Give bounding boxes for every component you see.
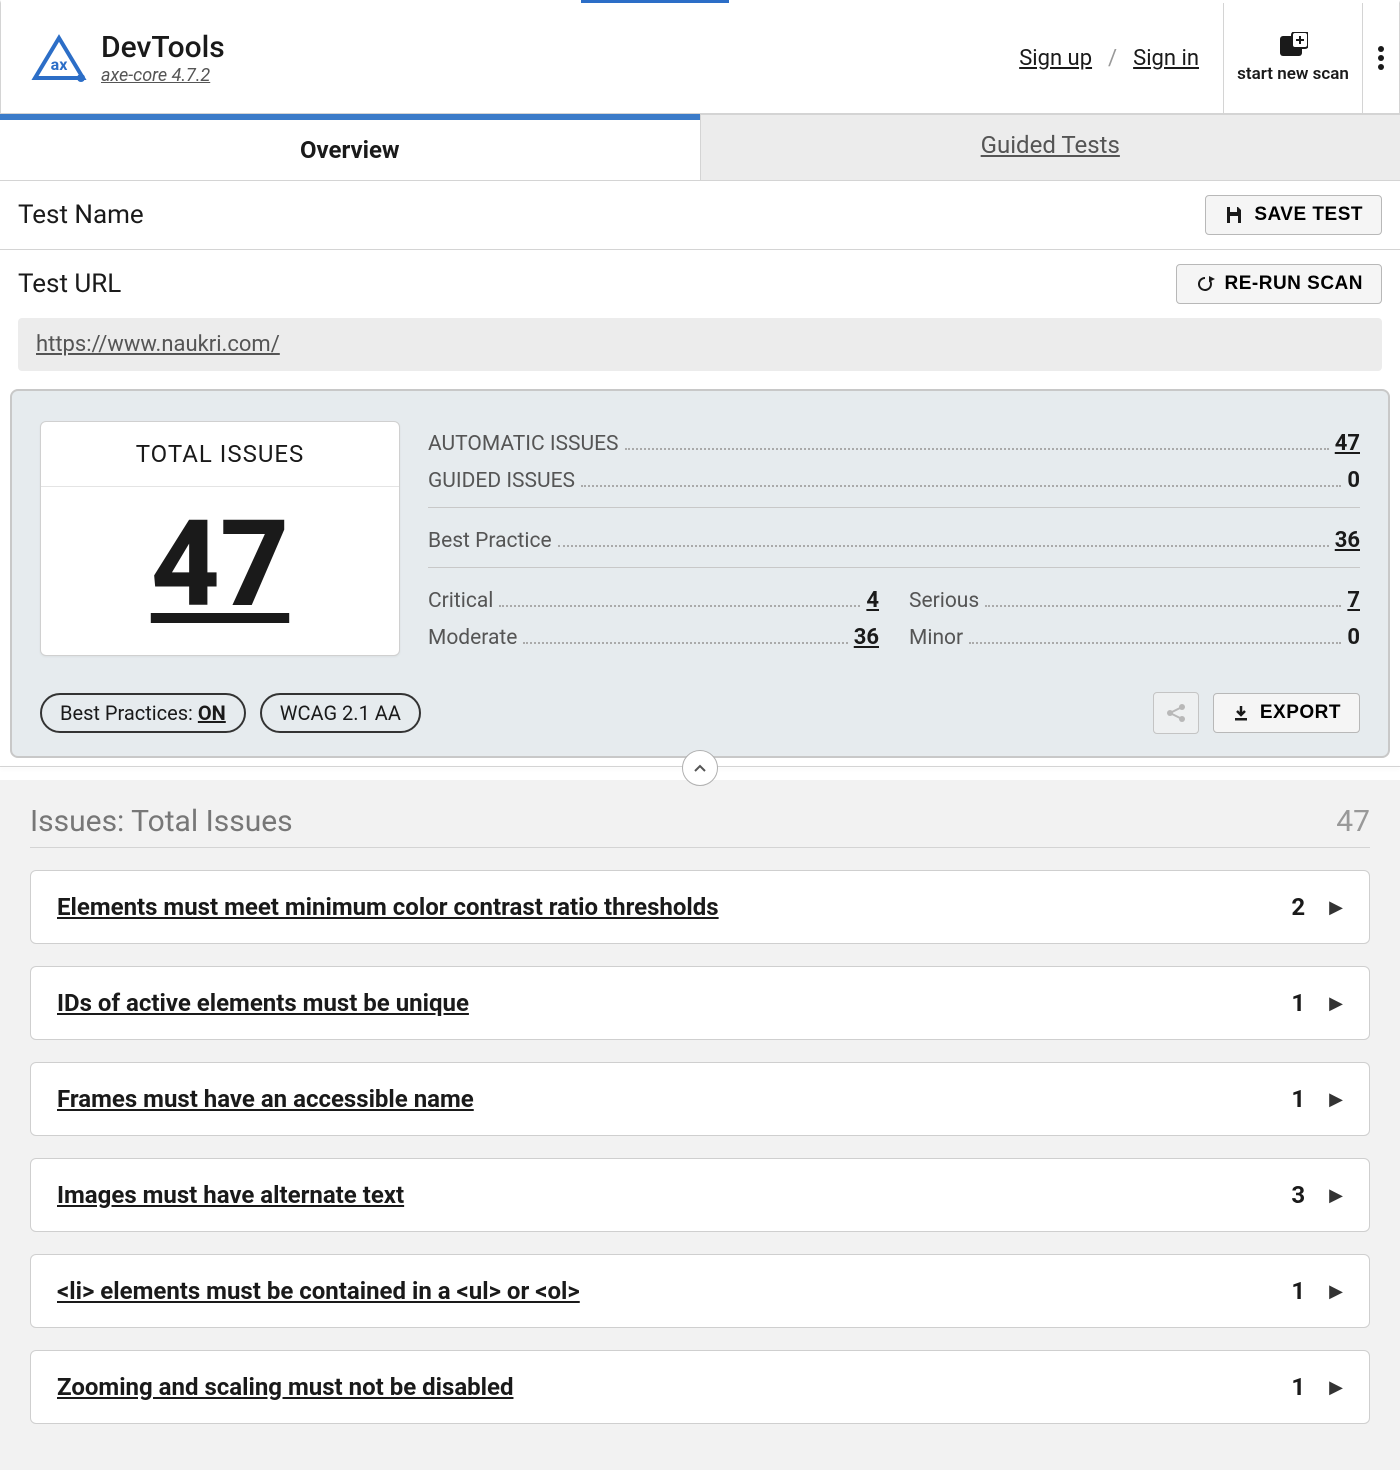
chevron-right-icon: ▶ xyxy=(1329,1185,1343,1206)
issue-count: 1 xyxy=(1291,1277,1305,1305)
topbar: ax DevTools axe-core 4.7.2 Sign up / Sig… xyxy=(0,0,1400,114)
save-test-label: SAVE TEST xyxy=(1254,204,1363,226)
best-practice-value[interactable]: 36 xyxy=(1335,528,1360,553)
total-issues-card: TOTAL ISSUES 47 xyxy=(40,421,400,656)
test-url-row: Test URL RE-RUN SCAN xyxy=(0,250,1400,318)
chevron-right-icon: ▶ xyxy=(1329,1281,1343,1302)
signin-link[interactable]: Sign in xyxy=(1133,46,1199,71)
brand-title: DevTools xyxy=(101,30,225,65)
issue-item[interactable]: IDs of active elements must be unique 1 ▶ xyxy=(30,966,1370,1040)
tab-overview[interactable]: Overview xyxy=(0,114,700,180)
issue-count: 2 xyxy=(1291,893,1305,921)
serious-label: Serious xyxy=(909,589,979,613)
refresh-icon xyxy=(1195,274,1215,294)
auth-separator: / xyxy=(1108,46,1117,71)
minor-value: 0 xyxy=(1347,625,1360,650)
top-accent xyxy=(581,0,729,3)
axe-logo-icon: ax xyxy=(31,34,87,82)
chevron-right-icon: ▶ xyxy=(1329,993,1343,1014)
issues-title: Issues: Total Issues xyxy=(30,804,293,839)
issue-item[interactable]: Zooming and scaling must not be disabled… xyxy=(30,1350,1370,1424)
collapse-handle-row xyxy=(0,756,1400,780)
issue-item[interactable]: Frames must have an accessible name 1 ▶ xyxy=(30,1062,1370,1136)
serious-value[interactable]: 7 xyxy=(1347,588,1360,613)
stats-block: AUTOMATIC ISSUES 47 GUIDED ISSUES 0 Best… xyxy=(428,421,1360,656)
export-label: EXPORT xyxy=(1260,702,1341,724)
issue-count: 1 xyxy=(1291,989,1305,1017)
chevron-right-icon: ▶ xyxy=(1329,897,1343,918)
test-name-row: Test Name SAVE TEST xyxy=(0,181,1400,250)
issue-label: Elements must meet minimum color contras… xyxy=(57,893,719,921)
save-icon xyxy=(1224,205,1244,225)
issue-label: Images must have alternate text xyxy=(57,1181,404,1209)
svg-text:ax: ax xyxy=(51,55,69,74)
test-name-label: Test Name xyxy=(18,200,144,230)
collapse-toggle[interactable] xyxy=(682,750,718,786)
start-new-scan-button[interactable]: start new scan xyxy=(1223,3,1363,113)
url-bar: https://www.naukri.com/ xyxy=(18,318,1382,371)
issue-item[interactable]: <li> elements must be contained in a <ul… xyxy=(30,1254,1370,1328)
signup-link[interactable]: Sign up xyxy=(1019,46,1092,71)
export-button[interactable]: EXPORT xyxy=(1213,693,1360,733)
guided-issues-label: GUIDED ISSUES xyxy=(428,469,575,493)
issue-label: IDs of active elements must be unique xyxy=(57,989,469,1017)
issue-item[interactable]: Elements must meet minimum color contras… xyxy=(30,870,1370,944)
issue-count: 1 xyxy=(1291,1373,1305,1401)
best-practice-label: Best Practice xyxy=(428,529,552,553)
best-practices-toggle[interactable]: Best Practices: ON xyxy=(40,693,246,733)
automatic-issues-label: AUTOMATIC ISSUES xyxy=(428,432,619,456)
auth-links: Sign up / Sign in xyxy=(995,3,1223,113)
bp-pill-state: ON xyxy=(198,701,226,725)
share-icon xyxy=(1165,702,1187,724)
guided-issues-value: 0 xyxy=(1347,468,1360,493)
test-url-label: Test URL xyxy=(18,269,121,299)
chevron-right-icon: ▶ xyxy=(1329,1089,1343,1110)
more-menu-button[interactable] xyxy=(1363,3,1399,113)
issue-count: 3 xyxy=(1291,1181,1305,1209)
share-button[interactable] xyxy=(1153,692,1199,734)
chevron-up-icon xyxy=(693,763,707,773)
wcag-level-pill[interactable]: WCAG 2.1 AA xyxy=(260,693,421,733)
automatic-issues-value[interactable]: 47 xyxy=(1335,431,1360,456)
total-issues-count[interactable]: 47 xyxy=(41,487,399,653)
issue-label: Zooming and scaling must not be disabled xyxy=(57,1373,513,1401)
main-tabs: Overview Guided Tests xyxy=(0,114,1400,181)
brand: ax DevTools axe-core 4.7.2 xyxy=(1,3,995,113)
bp-pill-label: Best Practices: xyxy=(60,701,198,725)
moderate-label: Moderate xyxy=(428,626,517,650)
tab-guided-tests[interactable]: Guided Tests xyxy=(700,114,1400,180)
new-scan-label: start new scan xyxy=(1237,64,1349,84)
new-scan-icon xyxy=(1278,32,1308,58)
kebab-icon xyxy=(1378,46,1384,70)
rerun-label: RE-RUN SCAN xyxy=(1225,273,1364,295)
test-url-link[interactable]: https://www.naukri.com/ xyxy=(36,332,280,357)
critical-value[interactable]: 4 xyxy=(866,588,879,613)
minor-label: Minor xyxy=(909,626,963,650)
total-issues-heading: TOTAL ISSUES xyxy=(41,422,399,487)
issue-item[interactable]: Images must have alternate text 3 ▶ xyxy=(30,1158,1370,1232)
chevron-right-icon: ▶ xyxy=(1329,1377,1343,1398)
issue-count: 1 xyxy=(1291,1085,1305,1113)
issues-total-count: 47 xyxy=(1336,804,1370,839)
issues-list: Elements must meet minimum color contras… xyxy=(30,870,1370,1424)
critical-label: Critical xyxy=(428,589,493,613)
issues-section: Issues: Total Issues 47 Elements must me… xyxy=(0,780,1400,1470)
moderate-value[interactable]: 36 xyxy=(854,625,879,650)
issue-label: <li> elements must be contained in a <ul… xyxy=(57,1277,580,1305)
summary-panel: TOTAL ISSUES 47 AUTOMATIC ISSUES 47 GUID… xyxy=(10,389,1390,758)
rerun-scan-button[interactable]: RE-RUN SCAN xyxy=(1176,264,1383,304)
save-test-button[interactable]: SAVE TEST xyxy=(1205,195,1382,235)
brand-subtitle[interactable]: axe-core 4.7.2 xyxy=(101,65,225,86)
download-icon xyxy=(1232,704,1250,722)
issue-label: Frames must have an accessible name xyxy=(57,1085,474,1113)
